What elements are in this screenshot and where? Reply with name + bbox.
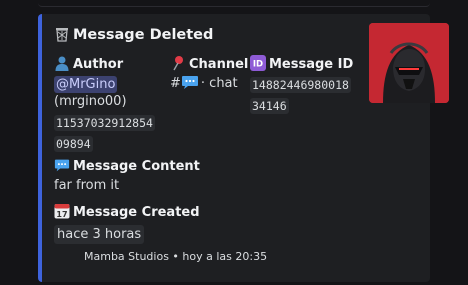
embed-footer: Mamba Studios • hoy a las 20:35 bbox=[84, 250, 268, 263]
speech-bubble-icon bbox=[181, 76, 198, 89]
channel-link[interactable]: # · chat bbox=[170, 74, 238, 91]
pushpin-icon bbox=[173, 56, 183, 71]
channel-label-text: Channel bbox=[189, 57, 249, 72]
id-icon: ID bbox=[250, 55, 266, 71]
created-timestamp[interactable]: hace 3 horas bbox=[54, 225, 145, 244]
created-label-text: Message Created bbox=[73, 205, 200, 220]
created-field-label: 17 Message Created bbox=[54, 203, 200, 220]
content-value: far from it bbox=[54, 178, 120, 193]
author-field-label: Author bbox=[54, 55, 123, 72]
author-id-block: 11537032912854 09894 bbox=[54, 112, 169, 154]
embed-thumbnail[interactable] bbox=[369, 23, 449, 103]
bust-icon bbox=[55, 56, 69, 71]
content-label-text: Message Content bbox=[73, 159, 200, 174]
calendar-icon: 17 bbox=[54, 204, 70, 219]
message-id-line1: 14882446980018 bbox=[250, 77, 351, 93]
message-deleted-embed: Message Deleted Author @MrGino (mrgino00… bbox=[38, 14, 449, 282]
channel-field-label: Channel bbox=[170, 55, 248, 72]
author-mention[interactable]: @MrGino bbox=[54, 76, 118, 93]
author-username: (mrgino00) bbox=[54, 94, 127, 109]
channel-hash: # bbox=[170, 76, 181, 91]
message-id-line2: 34146 bbox=[250, 98, 289, 114]
channel-name: · chat bbox=[200, 76, 238, 91]
embed-title: Message Deleted bbox=[54, 26, 213, 43]
wastebasket-icon bbox=[56, 28, 68, 42]
svg-text:ID: ID bbox=[253, 60, 263, 70]
message-id-field-label: ID Message ID bbox=[250, 55, 353, 72]
message-id-label-text: Message ID bbox=[269, 57, 354, 72]
message-id-block: 14882446980018 34146 bbox=[250, 74, 365, 116]
author-id-line1: 11537032912854 bbox=[54, 115, 155, 131]
previous-message-edge bbox=[38, 0, 430, 7]
author-id-line2: 09894 bbox=[54, 136, 93, 152]
helmet-avatar-image bbox=[369, 23, 449, 103]
speech-bubble-icon bbox=[54, 159, 70, 172]
content-field-label: Message Content bbox=[54, 157, 200, 174]
svg-text:17: 17 bbox=[56, 210, 67, 219]
embed-title-text: Message Deleted bbox=[73, 27, 214, 43]
author-label-text: Author bbox=[73, 57, 124, 72]
